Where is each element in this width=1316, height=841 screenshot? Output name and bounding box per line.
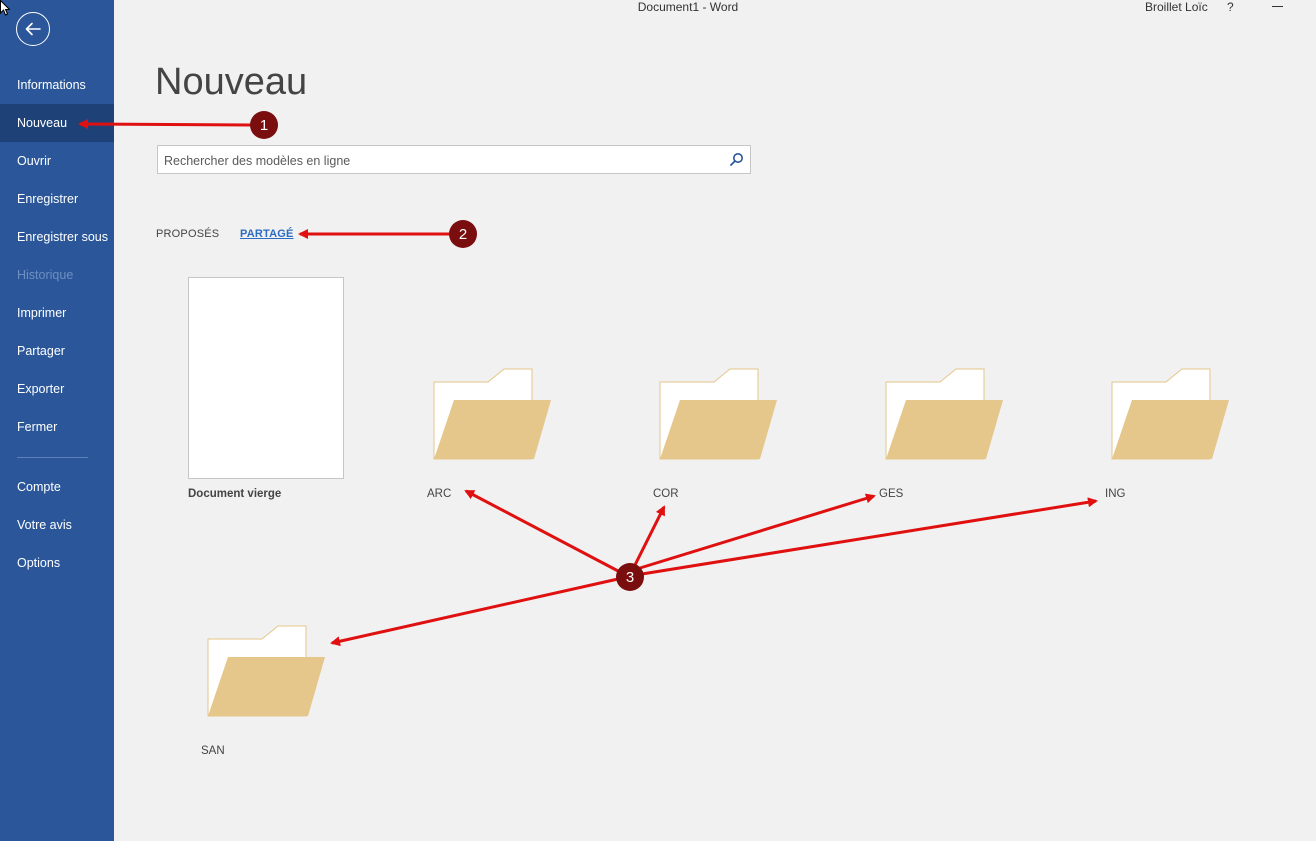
sidebar-item-compte[interactable]: Compte [0, 468, 114, 506]
badge-number: 1 [260, 117, 268, 134]
annotation-badge-1: 1 [250, 111, 278, 139]
sidebar-item-options[interactable]: Options [0, 544, 114, 582]
folder-icon [433, 368, 551, 460]
badge-number: 3 [626, 569, 634, 586]
sidebar-item-historique: Historique [17, 268, 74, 282]
template-search-input[interactable] [158, 146, 726, 175]
folder-icon [1111, 368, 1229, 460]
help-button[interactable]: ? [1227, 0, 1234, 14]
annotation-badge-2: 2 [449, 220, 477, 248]
sidebar-item-informations[interactable]: Informations [0, 66, 114, 104]
folder-tile-ing[interactable] [1110, 368, 1232, 462]
window-title: Document1 - Word [0, 0, 1316, 14]
annotation-arrow [639, 493, 876, 570]
blank-document-thumbnail[interactable] [188, 277, 344, 479]
sidebar-item-exporter[interactable]: Exporter [0, 370, 114, 408]
folder-label-ing[interactable]: ING [1105, 488, 1125, 500]
folder-icon [885, 368, 1003, 460]
folder-label-cor[interactable]: COR [653, 488, 679, 500]
folder-icon [659, 368, 777, 460]
annotation-badge-3: 3 [616, 563, 644, 591]
tab-proposes[interactable]: PROPOSÉS [156, 228, 219, 240]
folder-label-ges[interactable]: GES [879, 488, 903, 500]
tab-partage[interactable]: PARTAGÉ [240, 228, 294, 240]
folder-tile-ges[interactable] [884, 368, 1006, 462]
folder-tile-san[interactable] [206, 625, 328, 719]
annotation-arrow [330, 577, 619, 647]
sidebar-divider [17, 457, 88, 458]
folder-label-san[interactable]: SAN [201, 745, 225, 757]
sidebar-item-partager[interactable]: Partager [0, 332, 114, 370]
blank-document-label[interactable]: Document vierge [188, 488, 281, 500]
sidebar-item-imprimer[interactable]: Imprimer [0, 294, 114, 332]
folder-tile-cor[interactable] [658, 368, 780, 462]
sidebar-item-votre-avis[interactable]: Votre avis [0, 506, 114, 544]
annotation-arrow [633, 505, 666, 566]
badge-number: 2 [459, 226, 467, 243]
folder-label-arc[interactable]: ARC [427, 488, 451, 500]
sidebar-item-fermer[interactable]: Fermer [0, 408, 114, 446]
arrow-left-icon [25, 22, 41, 36]
page-title: Nouveau [155, 61, 308, 103]
search-icon[interactable] [729, 152, 744, 167]
annotation-arrow [641, 497, 1098, 576]
backstage-sidebar: Informations Nouveau Ouvrir Enregistrer … [0, 0, 114, 841]
folder-icon [207, 625, 325, 717]
back-button[interactable] [16, 12, 50, 46]
template-search-box [157, 145, 751, 175]
sidebar-item-enregistrer[interactable]: Enregistrer [0, 180, 114, 218]
sidebar-item-ouvrir[interactable]: Ouvrir [0, 142, 114, 180]
minimize-button[interactable] [1272, 6, 1283, 7]
folder-tile-arc[interactable] [432, 368, 554, 462]
annotation-arrow [464, 489, 621, 574]
sidebar-item-enregistrer-sous[interactable]: Enregistrer sous [0, 218, 114, 256]
user-name[interactable]: Broillet Loïc [1145, 0, 1208, 14]
sidebar-item-nouveau[interactable]: Nouveau [0, 104, 114, 142]
window-title-text: Document1 - Word [637, 0, 739, 14]
